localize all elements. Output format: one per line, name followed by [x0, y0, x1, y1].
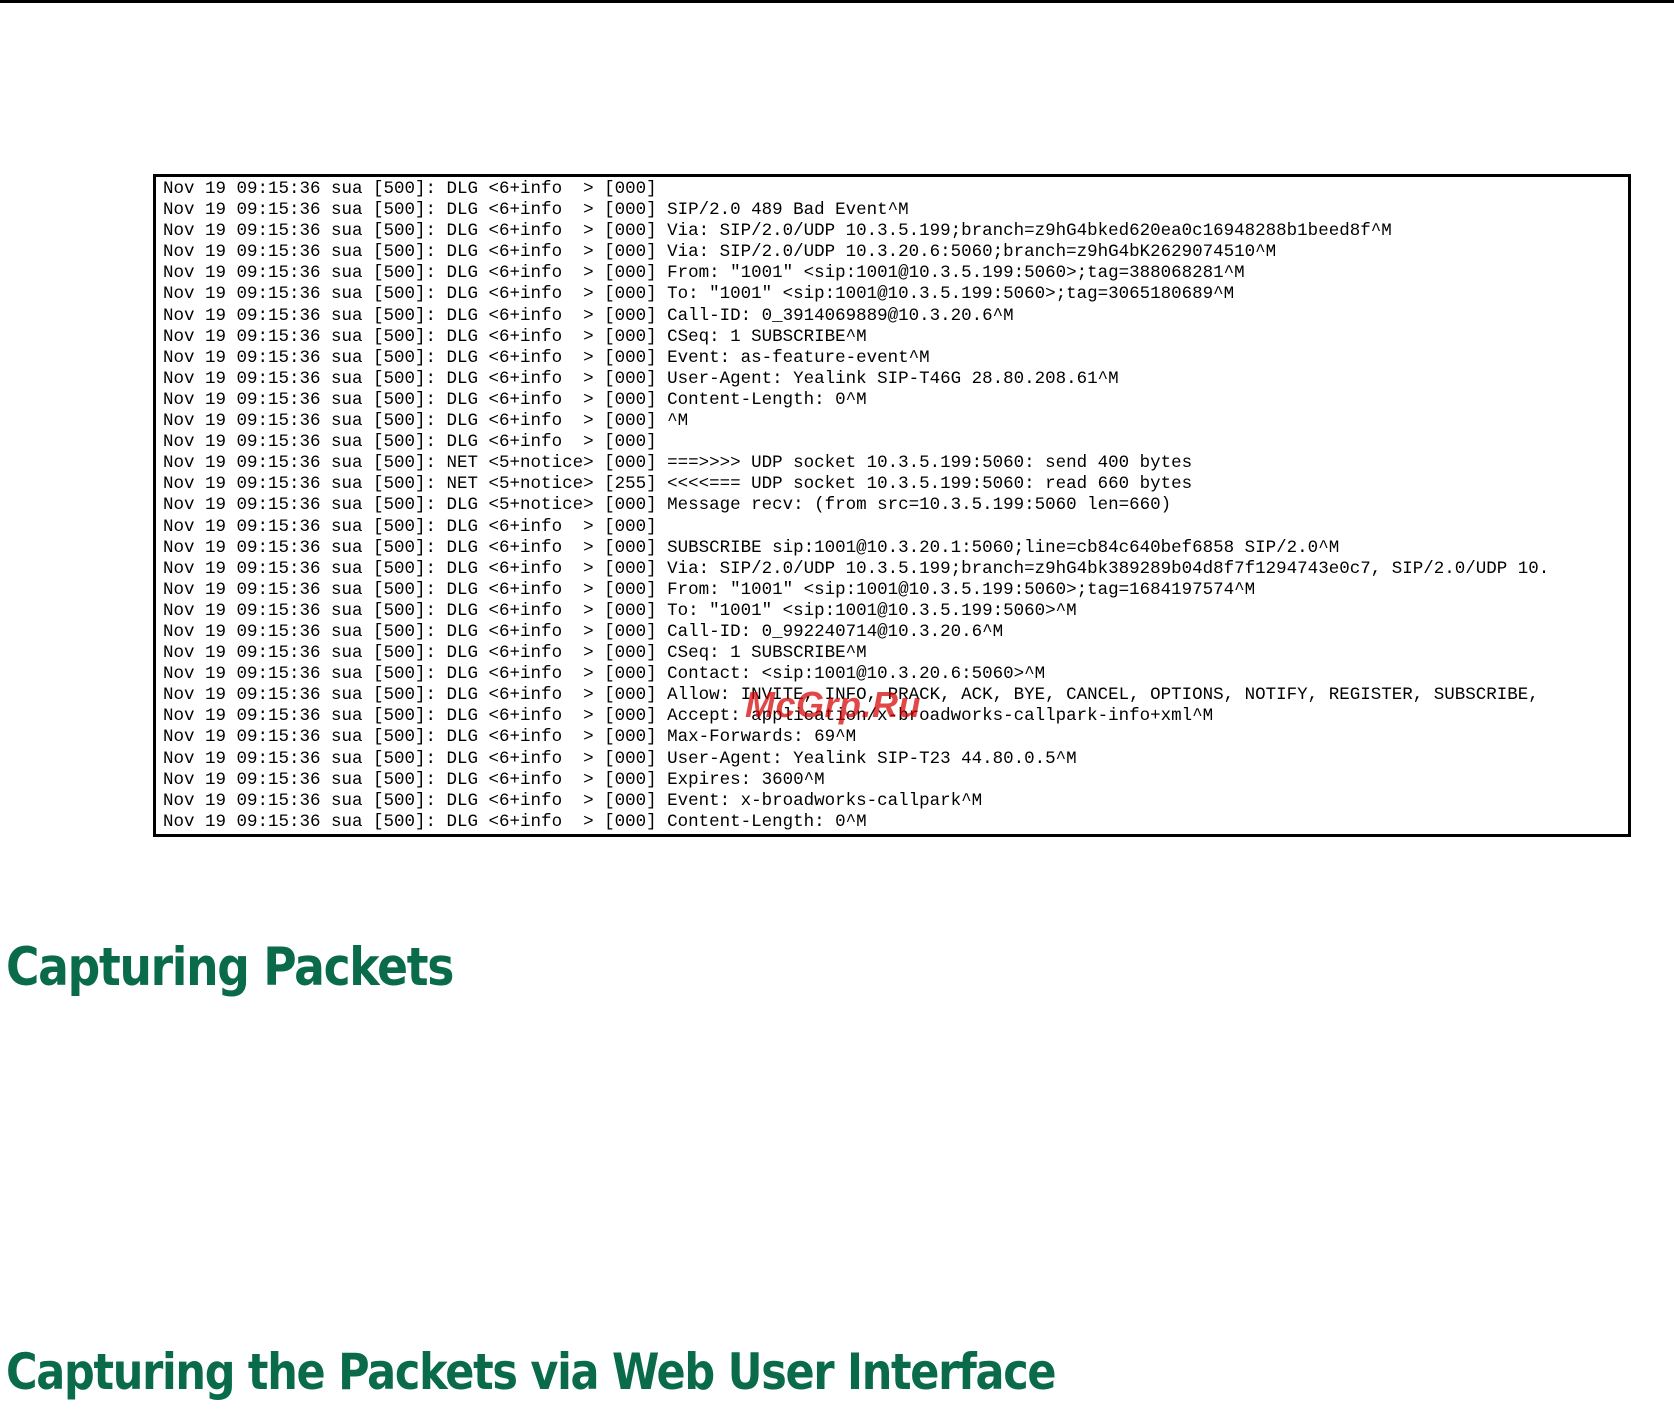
log-line: Nov 19 09:15:36 sua [500]: DLG <6+info >… — [163, 748, 1077, 769]
log-line: Nov 19 09:15:36 sua [500]: DLG <6+info >… — [163, 664, 1046, 685]
log-line: Nov 19 09:15:36 sua [500]: DLG <6+info >… — [163, 179, 657, 199]
log-line: Nov 19 09:15:36 sua [500]: DLG <6+info >… — [163, 326, 867, 347]
log-line: Nov 19 09:15:36 sua [500]: NET <5+notice… — [163, 453, 1193, 474]
log-line: Nov 19 09:15:36 sua [500]: NET <5+notice… — [163, 474, 1193, 495]
log-line: Nov 19 09:15:36 sua [500]: DLG <6+info >… — [163, 284, 1235, 305]
log-line: Nov 19 09:15:36 sua [500]: DLG <6+info >… — [163, 516, 657, 537]
log-line: Nov 19 09:15:36 sua [500]: DLG <6+info >… — [163, 537, 1340, 558]
log-line: Nov 19 09:15:36 sua [500]: DLG <6+info >… — [163, 811, 867, 832]
log-line: Nov 19 09:15:36 sua [500]: DLG <6+info >… — [163, 558, 1550, 579]
log-line: Nov 19 09:15:36 sua [500]: DLG <6+info >… — [163, 432, 657, 453]
log-line: Nov 19 09:15:36 sua [500]: DLG <6+info >… — [163, 411, 689, 432]
log-lines: Nov 19 09:15:36 sua [500]: DLG <6+info >… — [163, 179, 1549, 833]
log-line: Nov 19 09:15:36 sua [500]: DLG <6+info >… — [163, 600, 1077, 621]
subsection-heading: Capturing the Packets via Web User Inter… — [6, 1343, 1057, 1401]
log-line: Nov 19 09:15:36 sua [500]: DLG <6+info >… — [163, 790, 983, 811]
section-heading: Capturing Packets — [6, 937, 454, 998]
log-line: Nov 19 09:15:36 sua [500]: DLG <6+info >… — [163, 643, 867, 664]
log-line: Nov 19 09:15:36 sua [500]: DLG <6+info >… — [163, 263, 1245, 284]
log-line: Nov 19 09:15:36 sua [500]: DLG <5+notice… — [163, 495, 1172, 516]
log-line: Nov 19 09:15:36 sua [500]: DLG <6+info >… — [163, 621, 1004, 642]
log-line: Nov 19 09:15:36 sua [500]: DLG <6+info >… — [163, 305, 1014, 326]
log-line: Nov 19 09:15:36 sua [500]: DLG <6+info >… — [163, 200, 909, 221]
log-line: Nov 19 09:15:36 sua [500]: DLG <6+info >… — [163, 347, 930, 368]
log-output-box: Nov 19 09:15:36 sua [500]: DLG <6+info >… — [153, 174, 1631, 837]
log-line: Nov 19 09:15:36 sua [500]: DLG <6+info >… — [163, 769, 825, 790]
log-line: Nov 19 09:15:36 sua [500]: DLG <6+info >… — [163, 727, 857, 748]
top-rule — [0, 0, 1674, 3]
log-line: Nov 19 09:15:36 sua [500]: DLG <6+info >… — [163, 389, 867, 410]
watermark: McGrp.Ru — [745, 684, 922, 725]
log-line: Nov 19 09:15:36 sua [500]: DLG <6+info >… — [163, 368, 1119, 389]
log-line: Nov 19 09:15:36 sua [500]: DLG <6+info >… — [163, 242, 1277, 263]
log-line: Nov 19 09:15:36 sua [500]: DLG <6+info >… — [163, 221, 1392, 242]
log-line: Nov 19 09:15:36 sua [500]: DLG <6+info >… — [163, 579, 1256, 600]
